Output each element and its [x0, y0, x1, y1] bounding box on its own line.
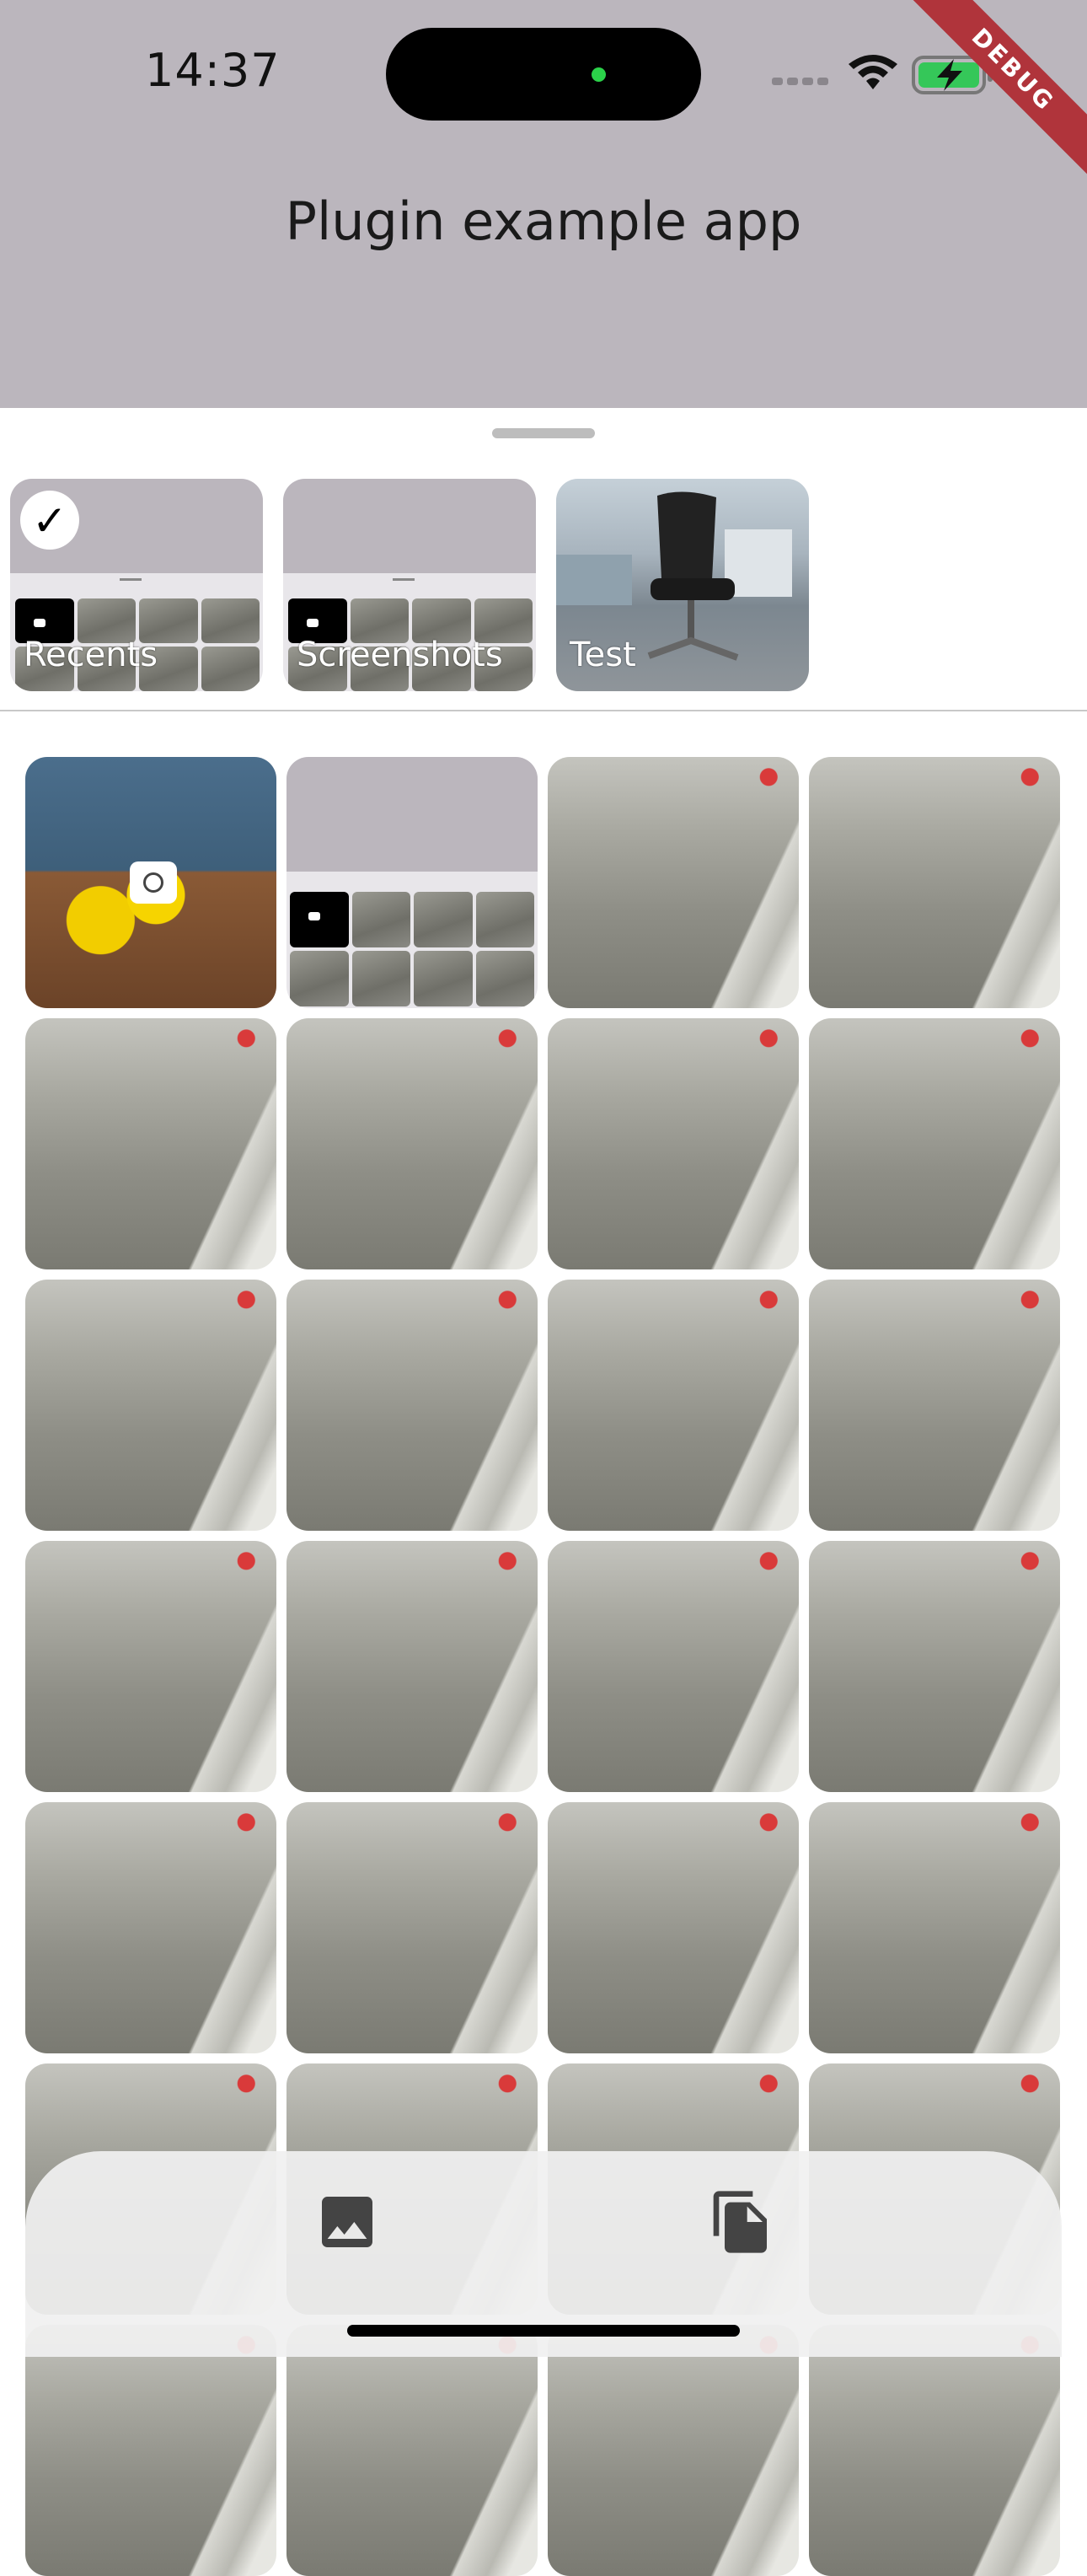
screenshot-thumbnail-grid — [290, 892, 534, 1006]
photo-tile[interactable] — [809, 1018, 1060, 1269]
photo-tile[interactable] — [548, 1802, 799, 2053]
wifi-icon — [849, 55, 897, 89]
home-indicator — [347, 2325, 740, 2337]
photo-tile[interactable] — [25, 757, 276, 1008]
photo-tile[interactable] — [809, 757, 1060, 1008]
photo-tile[interactable] — [548, 757, 799, 1008]
album-test[interactable]: Test — [556, 479, 809, 691]
photo-tile[interactable] — [548, 2325, 799, 2576]
photo-tile[interactable] — [286, 2325, 538, 2576]
camera-indicator-dot — [592, 67, 606, 82]
app-bar: 14:37 DEBUG Plugin example app — [0, 0, 1087, 408]
photo-tile[interactable] — [548, 1541, 799, 1792]
photo-tile[interactable] — [286, 757, 538, 1008]
page-title: Plugin example app — [285, 191, 802, 252]
thumbnail-handle — [120, 578, 142, 581]
photo-tile[interactable] — [809, 2325, 1060, 2576]
image-icon[interactable] — [313, 2188, 381, 2256]
album-label: Recents — [24, 636, 158, 674]
sheet-drag-handle[interactable] — [492, 428, 595, 438]
photo-tile[interactable] — [25, 1802, 276, 2053]
photo-tile[interactable] — [25, 2325, 276, 2576]
album-screenshots[interactable]: Screenshots — [283, 479, 536, 691]
check-icon: ✓ — [20, 491, 79, 550]
file-copy-icon[interactable] — [708, 2188, 775, 2256]
photo-tile[interactable] — [548, 1280, 799, 1531]
status-icons — [768, 52, 1004, 94]
cellular-signal-icon — [772, 74, 833, 89]
thumbnail-handle — [393, 578, 415, 581]
photo-tile[interactable] — [25, 1018, 276, 1269]
screenshot-thumbnail — [286, 757, 538, 872]
photo-tile[interactable] — [286, 1541, 538, 1792]
photo-tile[interactable] — [286, 1018, 538, 1269]
photo-tile[interactable] — [548, 1018, 799, 1269]
photo-tile[interactable] — [809, 1802, 1060, 2053]
divider — [0, 710, 1087, 711]
status-time: 14:37 — [145, 44, 281, 97]
photo-tile[interactable] — [25, 1541, 276, 1792]
album-thumbnail — [283, 479, 536, 573]
photo-tile[interactable] — [809, 1541, 1060, 1792]
photo-tile[interactable] — [809, 1280, 1060, 1531]
photo-tile[interactable] — [286, 1802, 538, 2053]
photo-tile[interactable] — [25, 1280, 276, 1531]
album-label: Test — [570, 636, 636, 674]
photo-tile[interactable] — [286, 1280, 538, 1531]
album-recents[interactable]: ✓ Recents — [10, 479, 263, 691]
album-label: Screenshots — [297, 636, 503, 674]
camera-icon — [130, 861, 177, 904]
album-selector: ✓ Recents Screenshots Test — [0, 479, 1087, 691]
dynamic-island — [386, 28, 701, 121]
